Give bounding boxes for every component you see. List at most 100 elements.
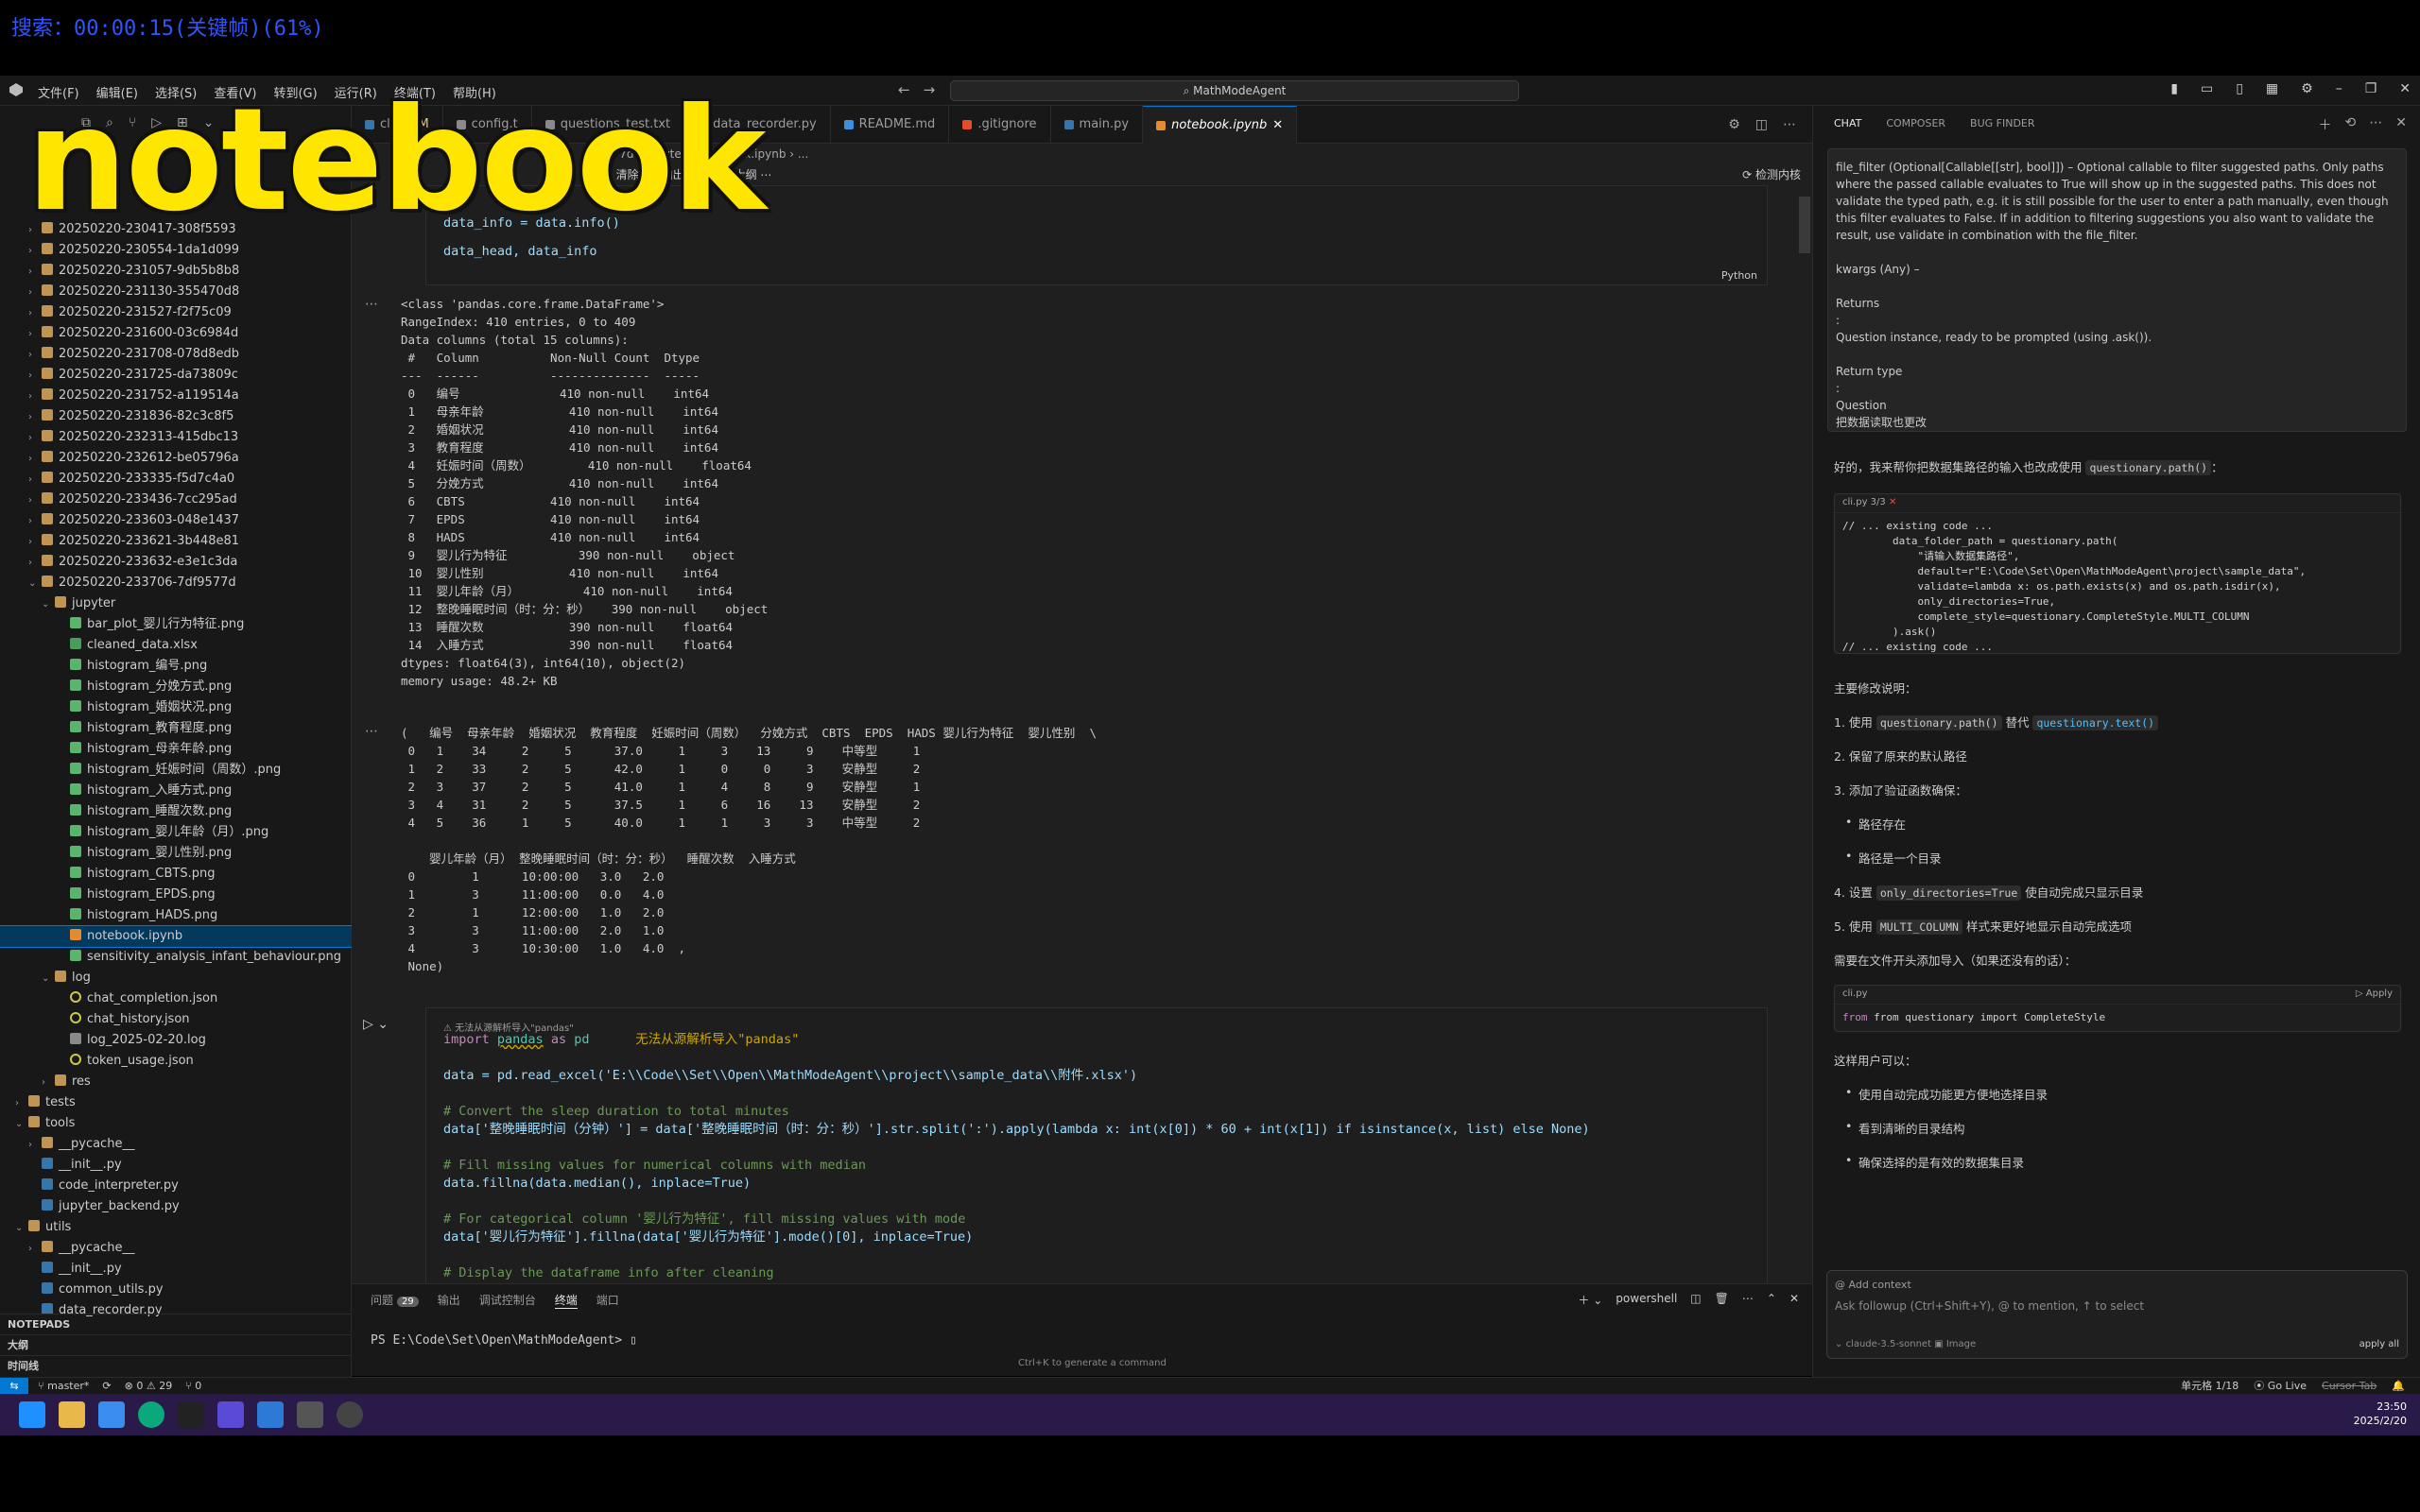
system-clock[interactable]: 23:50 2025/2/20	[2354, 1400, 2407, 1428]
folder-item[interactable]: › 20250220-231130-355470d8	[0, 282, 352, 302]
close-window-icon[interactable]: ✕	[2399, 81, 2411, 96]
file-item[interactable]: histogram_母亲年龄.png	[0, 739, 352, 760]
folder-item[interactable]: › 20250220-231836-82c3c8f5	[0, 406, 352, 427]
cursor-app-icon[interactable]	[297, 1401, 323, 1428]
folder-item[interactable]: › 20250220-230554-1da1d099	[0, 240, 352, 261]
folder-item[interactable]: › 20250220-233603-048e1437	[0, 510, 352, 531]
folder-item[interactable]: › 20250220-231600-03c6984d	[0, 323, 352, 344]
file-item[interactable]: notebook.ipynb	[0, 925, 353, 948]
layout-grid-icon[interactable]: ▦	[2266, 81, 2278, 96]
cell2-code[interactable]: import pandas as pd 无法从源解析导入"pandas" dat…	[443, 1031, 1590, 1282]
panel-tab[interactable]: 调试控制台	[479, 1292, 536, 1309]
code-suggestion-1[interactable]: cli.py 3/3 ✕ // ... existing code ... da…	[1834, 493, 2401, 654]
folder-item[interactable]: › 20250220-231708-078d8edb	[0, 344, 352, 365]
file-item[interactable]: histogram_婴儿年龄（月）.png	[0, 822, 352, 843]
file-item[interactable]: code_interpreter.py	[0, 1176, 352, 1196]
file-item[interactable]: token_usage.json	[0, 1051, 352, 1072]
sync-icon[interactable]: ⟳	[102, 1378, 111, 1394]
cell-position[interactable]: 单元格 1/18	[2181, 1378, 2238, 1394]
start-button-icon[interactable]	[19, 1401, 45, 1428]
folder-item[interactable]: › 20250220-233632-e3e1c3da	[0, 552, 352, 573]
sidebar-section-header[interactable]: 时间线	[0, 1355, 352, 1376]
trash-icon[interactable]: 🗑	[1715, 1292, 1729, 1308]
app-icon[interactable]	[217, 1401, 244, 1428]
remote-icon[interactable]: ⇆	[0, 1378, 28, 1395]
file-item[interactable]: chat_history.json	[0, 1009, 352, 1030]
folder-item[interactable]: ⌄ log	[0, 968, 352, 988]
cursor-tab-toggle[interactable]: Cursor Tab	[2322, 1378, 2377, 1394]
terminal-shell-label[interactable]: powershell	[1616, 1292, 1677, 1308]
vscode-icon[interactable]	[257, 1401, 284, 1428]
more-icon[interactable]: ⋯	[2369, 115, 2382, 134]
add-context-button[interactable]: @ Add context	[1835, 1279, 1911, 1291]
file-item[interactable]: histogram_妊娠时间（周数）.png	[0, 760, 352, 781]
folder-item[interactable]: › 20250220-233335-f5d7c4a0	[0, 469, 352, 490]
close-tab-icon[interactable]: ✕	[1272, 107, 1283, 145]
forward-arrow-icon[interactable]: →	[924, 81, 936, 98]
folder-item[interactable]: › 20250220-233436-7cc295ad	[0, 490, 352, 510]
new-terminal-icon[interactable]: ＋ ⌄	[1578, 1292, 1602, 1308]
detect-kernel-button[interactable]: ⟳ 检测内核	[1742, 164, 1801, 185]
user-message[interactable]: file_filter (Optional[Callable[[str], bo…	[1827, 148, 2407, 432]
split-terminal-icon[interactable]: ◫	[1690, 1292, 1701, 1308]
folder-item[interactable]: › tests	[0, 1092, 352, 1113]
editor-tab[interactable]: README.md	[831, 106, 950, 144]
sidebar-section-header[interactable]: NOTEPADS	[0, 1314, 352, 1334]
edge-browser-icon[interactable]	[138, 1401, 164, 1428]
panel-tab[interactable]: 输出	[438, 1292, 460, 1309]
file-item[interactable]: histogram_HADS.png	[0, 905, 352, 926]
code-cell-2[interactable]: ⚠ 无法从源解析导入"pandas" import pandas as pd 无…	[425, 1007, 1768, 1283]
folder-item[interactable]: ⌄ tools	[0, 1113, 352, 1134]
file-item[interactable]: histogram_分娩方式.png	[0, 677, 352, 697]
code-suggestion-2[interactable]: cli.py ▷ Apply from from questionary impo…	[1834, 985, 2401, 1032]
app-icon[interactable]	[98, 1401, 125, 1428]
output-more-icon[interactable]: ⋯	[365, 297, 378, 312]
file-item[interactable]: bar_plot_婴儿行为特征.png	[0, 614, 352, 635]
file-item[interactable]: histogram_教育程度.png	[0, 718, 352, 739]
apply-all-button[interactable]: apply all	[2360, 1339, 2399, 1349]
file-item[interactable]: histogram_睡醒次数.png	[0, 801, 352, 822]
file-item[interactable]: histogram_EPDS.png	[0, 885, 352, 905]
branch-indicator[interactable]: ⑂ master*	[38, 1378, 89, 1394]
file-item[interactable]: histogram_编号.png	[0, 656, 352, 677]
sidebar-section-header[interactable]: 大纲	[0, 1334, 352, 1355]
file-item[interactable]: __init__.py	[0, 1259, 352, 1280]
folder-item[interactable]: › 20250220-233621-3b448e81	[0, 531, 352, 552]
new-chat-icon[interactable]: ＋	[2319, 115, 2332, 134]
file-item[interactable]: jupyter_backend.py	[0, 1196, 352, 1217]
restore-icon[interactable]: ❐	[2365, 81, 2377, 96]
folder-item[interactable]: › 20250220-232612-be05796a	[0, 448, 352, 469]
chat-input-box[interactable]: @ Add context Ask followup (Ctrl+Shift+Y…	[1826, 1270, 2408, 1359]
back-arrow-icon[interactable]: ←	[898, 81, 910, 98]
history-icon[interactable]: ⟲	[2345, 115, 2357, 134]
terminal-prompt[interactable]: PS E:\Code\Set\Open\MathModeAgent> ▯	[371, 1333, 637, 1348]
more-icon[interactable]: ⋯	[1742, 1292, 1754, 1308]
file-item[interactable]: histogram_婴儿性别.png	[0, 843, 352, 864]
folder-item[interactable]: ⌄ jupyter	[0, 593, 352, 614]
chat-tab[interactable]: CHAT	[1834, 117, 1861, 129]
output-more-icon[interactable]: ⋯	[365, 724, 378, 739]
go-live-button[interactable]: ⦿ Go Live	[2254, 1378, 2307, 1394]
file-item[interactable]: › __pycache__	[0, 1238, 352, 1259]
apply-button[interactable]: ▷ Apply	[2356, 988, 2393, 999]
folder-item[interactable]: › 20250220-231057-9db5b8b8	[0, 261, 352, 282]
folder-item[interactable]: › 20250220-231752-a119514a	[0, 386, 352, 406]
maximize-panel-icon[interactable]: ⌃	[1767, 1292, 1776, 1308]
more-icon[interactable]: ⋯	[1783, 117, 1796, 132]
editor-tab[interactable]: notebook.ipynb ✕	[1143, 106, 1298, 145]
editor-tab[interactable]: main.py	[1051, 106, 1144, 144]
chrome-icon[interactable]	[337, 1401, 363, 1428]
layout-bottom-icon[interactable]: ▭	[2201, 81, 2213, 96]
folder-item[interactable]: ⌄ utils	[0, 1217, 352, 1238]
command-center-search[interactable]: ⌕ MathModeAgent	[950, 80, 1519, 101]
file-item[interactable]: chat_completion.json	[0, 988, 352, 1009]
gear-icon[interactable]: ⚙	[1728, 117, 1740, 132]
file-item[interactable]: sensitivity_analysis_infant_behaviour.pn…	[0, 947, 352, 968]
panel-tab[interactable]: 端口	[596, 1292, 619, 1309]
file-item[interactable]: histogram_入睡方式.png	[0, 781, 352, 801]
close-panel-icon[interactable]: ✕	[1789, 1292, 1799, 1308]
ports-indicator[interactable]: ⑂ 0	[185, 1378, 201, 1394]
close-icon[interactable]: ✕	[2395, 115, 2407, 134]
qq-icon[interactable]	[178, 1401, 204, 1428]
folder-item[interactable]: › 20250220-231725-da73809c	[0, 365, 352, 386]
